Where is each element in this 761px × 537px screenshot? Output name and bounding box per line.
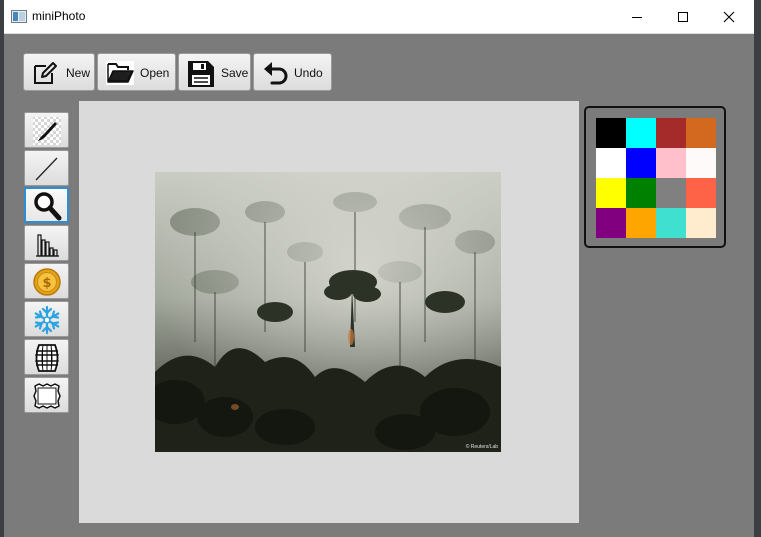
barrel-icon (35, 344, 59, 372)
swatch-grid (596, 118, 716, 238)
open-folder-icon (106, 61, 134, 85)
brush-icon (33, 117, 61, 145)
close-button[interactable] (706, 0, 752, 33)
save-button[interactable]: Save (178, 53, 251, 91)
maximize-button[interactable] (660, 0, 706, 33)
frame-filter-tool[interactable] (24, 377, 69, 413)
app-icon (11, 10, 27, 23)
open-button[interactable]: Open (97, 53, 176, 91)
color-swatch[interactable] (656, 148, 686, 178)
color-swatch[interactable] (596, 148, 626, 178)
new-button[interactable]: New (23, 53, 95, 91)
photo-credit: © Reuters/Lab (465, 444, 498, 450)
maximize-icon (678, 12, 688, 22)
window-title: miniPhoto (32, 9, 86, 23)
color-swatch[interactable] (596, 118, 626, 148)
undo-button-label: Undo (294, 66, 323, 80)
canvas-photo[interactable]: © Reuters/Lab (155, 172, 501, 452)
minimize-button[interactable] (614, 0, 660, 33)
svg-text:$: $ (42, 276, 51, 291)
line-tool[interactable] (24, 150, 69, 186)
color-swatch[interactable] (686, 178, 716, 208)
color-palette (584, 106, 726, 248)
snowflake-filter-tool[interactable] (24, 301, 69, 337)
barrel-filter-tool[interactable] (24, 339, 69, 375)
color-swatch[interactable] (626, 118, 656, 148)
new-file-icon (34, 62, 57, 84)
coin-filter-tool[interactable]: $ (24, 263, 69, 299)
color-swatch[interactable] (656, 208, 686, 238)
color-swatch[interactable] (596, 178, 626, 208)
histogram-tool[interactable] (24, 225, 69, 261)
app-window: miniPhoto New Open Save Undo $ © Reuters… (4, 0, 754, 537)
color-swatch[interactable] (686, 118, 716, 148)
zoom-tool[interactable] (24, 187, 69, 223)
frame-icon (33, 383, 61, 409)
color-swatch[interactable] (596, 208, 626, 238)
color-swatch[interactable] (686, 148, 716, 178)
histogram-icon (36, 234, 59, 257)
color-swatch[interactable] (626, 208, 656, 238)
color-swatch[interactable] (686, 208, 716, 238)
title-bar: miniPhoto (4, 0, 754, 34)
minimize-icon (632, 17, 642, 18)
undo-arrow-icon (264, 62, 288, 85)
brush-tool[interactable] (24, 112, 69, 148)
color-swatch[interactable] (656, 118, 686, 148)
snowflake-icon (34, 305, 60, 335)
close-icon (723, 11, 735, 23)
magnifier-icon (34, 192, 62, 221)
coin-icon: $ (33, 268, 61, 296)
color-swatch[interactable] (626, 148, 656, 178)
smoky-forest-image (155, 172, 501, 452)
color-swatch[interactable] (626, 178, 656, 208)
undo-button[interactable]: Undo (253, 53, 332, 91)
floppy-disk-icon (188, 61, 214, 87)
save-button-label: Save (221, 66, 249, 80)
open-button-label: Open (140, 66, 170, 80)
color-swatch[interactable] (656, 178, 686, 208)
drawing-canvas[interactable]: © Reuters/Lab (79, 101, 579, 523)
line-icon (35, 157, 58, 181)
new-button-label: New (66, 66, 91, 80)
